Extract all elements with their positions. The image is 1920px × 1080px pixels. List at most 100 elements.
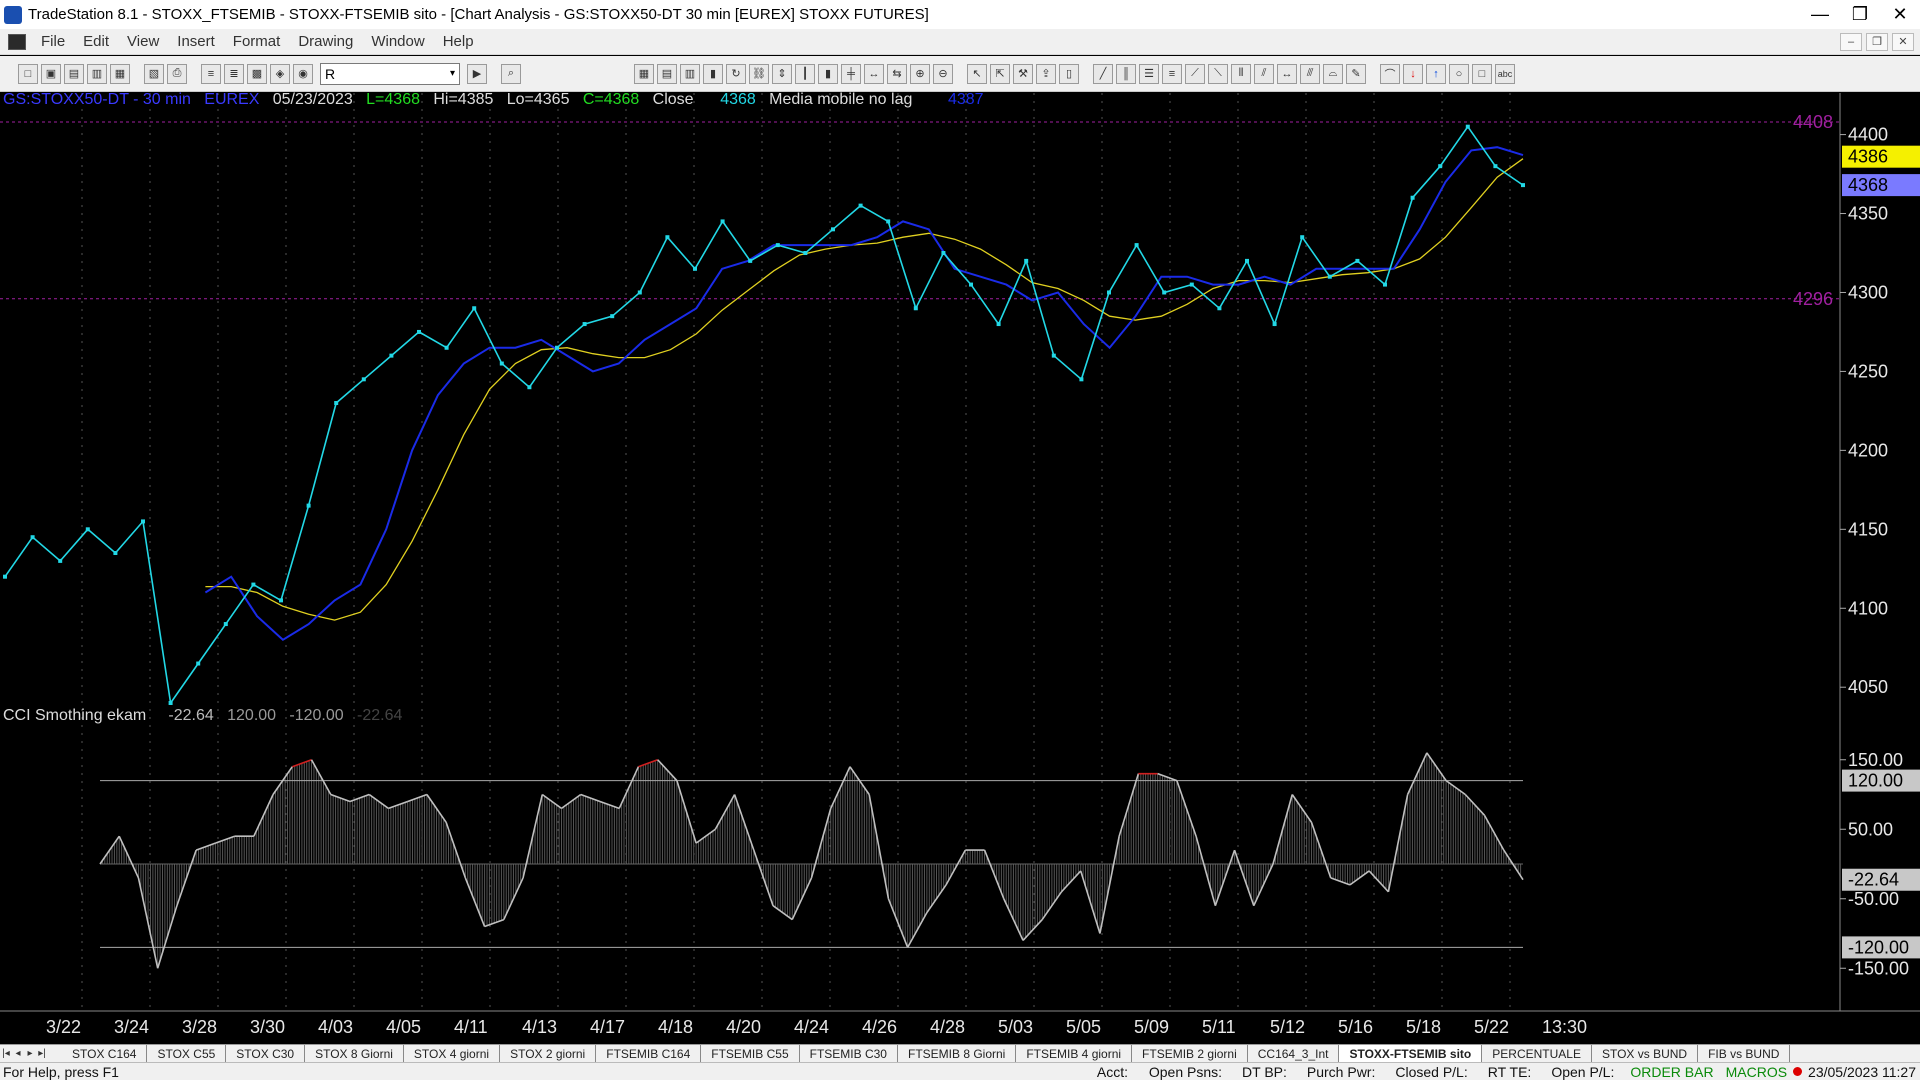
scale-icon[interactable]: ⇕ [772, 63, 792, 84]
mdi-restore-button[interactable]: ❐ [1866, 32, 1888, 51]
zoom-out-icon[interactable]: ⊖ [933, 63, 953, 84]
mdi-close-button[interactable]: ✕ [1892, 32, 1914, 51]
chart-canvas[interactable]: 4408 4296 4400 4350 4300 4250 4200 4150 4100 4050… [0, 93, 1920, 1044]
calculator-icon[interactable]: ▥ [680, 63, 700, 84]
andrews-icon[interactable]: ⫴ [1231, 63, 1251, 84]
hl-bar-icon[interactable]: ╪ [841, 63, 861, 84]
gann-icon[interactable]: ⟍ [1208, 63, 1228, 84]
table-icon[interactable]: ▤ [657, 63, 677, 84]
strategy-icon[interactable]: ◈ [270, 63, 290, 84]
tab-stox-c55[interactable]: STOX C55 [147, 1044, 227, 1063]
horizontal-lines-icon[interactable]: ☰ [1139, 63, 1159, 84]
tab-stox-vs-bund[interactable]: STOX vs BUND [1592, 1044, 1699, 1063]
shift-icon[interactable]: ⇆ [887, 63, 907, 84]
legend-close-value: 4368 [720, 91, 756, 108]
tab-stox-4-giorni[interactable]: STOX 4 giorni [404, 1044, 501, 1063]
time-axis-label: 4/05 [386, 1017, 421, 1037]
chart-window-icon[interactable] [8, 33, 26, 50]
tab-ftsemib-c55[interactable]: FTSEMIB C55 [701, 1044, 800, 1063]
symbol-input[interactable]: R ▾ [320, 62, 460, 85]
symbol-lookup-icon[interactable]: ⌕ [501, 63, 521, 84]
vertical-lines-icon[interactable]: ║ [1116, 63, 1136, 84]
tab-stox-8-giorni[interactable]: STOX 8 Giorni [305, 1044, 404, 1063]
menu-drawing[interactable]: Drawing [289, 33, 362, 50]
tab-stoxx-ftsemib-sito[interactable]: STOXX-FTSEMIB sito [1339, 1044, 1483, 1063]
save-icon[interactable]: ▦ [110, 63, 130, 84]
new-icon[interactable]: □ [18, 63, 38, 84]
parallel-lines-icon[interactable]: ⫻ [1300, 63, 1320, 84]
menu-file[interactable]: File [32, 33, 74, 50]
candle-icon[interactable]: ▮ [818, 63, 838, 84]
tab-ftsemib-8-giorni[interactable]: FTSEMIB 8 Giorni [898, 1044, 1017, 1063]
menu-window[interactable]: Window [362, 33, 433, 50]
curve-icon[interactable]: ⌒ [1380, 63, 1400, 84]
time-axis-label: 4/11 [454, 1017, 488, 1037]
horizontal-arrow-icon[interactable]: ↔ [1277, 63, 1297, 84]
tab-ftsemib-c164[interactable]: FTSEMIB C164 [596, 1044, 702, 1063]
pen-icon[interactable]: ✎ [1346, 63, 1366, 84]
tab-last-button[interactable]: ▸| [36, 1048, 48, 1059]
time-axis-label: 5/05 [1066, 1017, 1101, 1037]
tab-stox-2-giorni[interactable]: STOX 2 giorni [500, 1044, 597, 1063]
chart-analysis-icon[interactable]: ≡ [201, 63, 221, 84]
close-button[interactable]: ✕ [1880, 0, 1920, 29]
channel-icon[interactable]: ⫽ [1254, 63, 1274, 84]
refresh-icon[interactable]: ↻ [726, 63, 746, 84]
pointer-icon[interactable]: ↖ [967, 63, 987, 84]
text-icon[interactable]: abc [1495, 63, 1515, 84]
tab-stox-c30[interactable]: STOX C30 [226, 1044, 306, 1063]
order-bar-button[interactable]: ORDER BAR [1624, 1064, 1719, 1080]
tab-prev-button[interactable]: ◂ [12, 1048, 24, 1059]
menu-edit[interactable]: Edit [74, 33, 118, 50]
radar-screen-icon[interactable]: ≣ [224, 63, 244, 84]
price-tick-label: 4050 [1848, 677, 1888, 697]
tab-next-button[interactable]: ▸ [24, 1048, 36, 1059]
lock-icon[interactable]: ▩ [247, 63, 267, 84]
menu-insert[interactable]: Insert [168, 33, 224, 50]
tools-icon[interactable]: ⚒ [1013, 63, 1033, 84]
tab-fib-vs-bund[interactable]: FIB vs BUND [1698, 1044, 1791, 1063]
tab-stox-c164[interactable]: STOX C164 [62, 1044, 148, 1063]
bar-chart-icon[interactable]: ▮ [703, 63, 723, 84]
trendline-icon[interactable]: ╱ [1093, 63, 1113, 84]
save-all-icon[interactable]: ▧ [144, 63, 164, 84]
tab-percentuale[interactable]: PERCENTUALE [1482, 1044, 1592, 1063]
minimize-button[interactable]: — [1800, 0, 1840, 29]
chevron-down-icon[interactable]: ▾ [450, 68, 455, 79]
arc-icon[interactable]: ⌓ [1323, 63, 1343, 84]
time-axis-label: 5/11 [1202, 1017, 1236, 1037]
menu-format[interactable]: Format [224, 33, 290, 50]
chart-analysis-window[interactable]: 4408 4296 4400 4350 4300 4250 4200 4150 4100 4050… [0, 91, 1920, 1044]
tab-ftsemib-c30[interactable]: FTSEMIB C30 [800, 1044, 898, 1063]
menu-view[interactable]: View [118, 33, 168, 50]
data-tips-icon[interactable]: ⇱ [990, 63, 1010, 84]
print-icon[interactable]: ⎙ [167, 63, 187, 84]
tab-cc164-3-int[interactable]: CC164_3_Int [1248, 1044, 1340, 1063]
open-icon[interactable]: ▥ [87, 63, 107, 84]
speed-lines-icon[interactable]: ⟋ [1185, 63, 1205, 84]
macros-button[interactable]: MACROS [1720, 1064, 1793, 1080]
ellipse-icon[interactable]: ○ [1449, 63, 1469, 84]
indicator-icon[interactable]: ◉ [293, 63, 313, 84]
workspace-tabs: |◂ ◂ ▸ ▸| STOX C164 STOX C55 STOX C30 ST… [0, 1044, 1920, 1063]
tab-ftsemib-4-giorni[interactable]: FTSEMIB 4 giorni [1016, 1044, 1133, 1063]
maximize-button[interactable]: ❐ [1840, 0, 1880, 29]
mdi-minimize-button[interactable]: – [1840, 32, 1862, 51]
go-icon[interactable]: ▶ [467, 63, 487, 84]
bar-type-icon[interactable]: ┃ [795, 63, 815, 84]
tab-ftsemib-2-giorni[interactable]: FTSEMIB 2 giorni [1132, 1044, 1248, 1063]
menu-help[interactable]: Help [434, 33, 483, 50]
export-icon[interactable]: ⇪ [1036, 63, 1056, 84]
page-icon[interactable]: ▯ [1059, 63, 1079, 84]
fib-icon[interactable]: ≡ [1162, 63, 1182, 84]
zoom-in-icon[interactable]: ⊕ [910, 63, 930, 84]
tab-first-button[interactable]: |◂ [0, 1048, 12, 1059]
link-icon[interactable]: ⛓ [749, 63, 769, 84]
arrow-down-icon[interactable]: ↓ [1403, 63, 1423, 84]
new-window-icon[interactable]: ▤ [64, 63, 84, 84]
spacing-icon[interactable]: ↔ [864, 63, 884, 84]
new-workspace-icon[interactable]: ▣ [41, 63, 61, 84]
grid-icon[interactable]: ▦ [634, 63, 654, 84]
rectangle-icon[interactable]: □ [1472, 63, 1492, 84]
arrow-up-icon[interactable]: ↑ [1426, 63, 1446, 84]
